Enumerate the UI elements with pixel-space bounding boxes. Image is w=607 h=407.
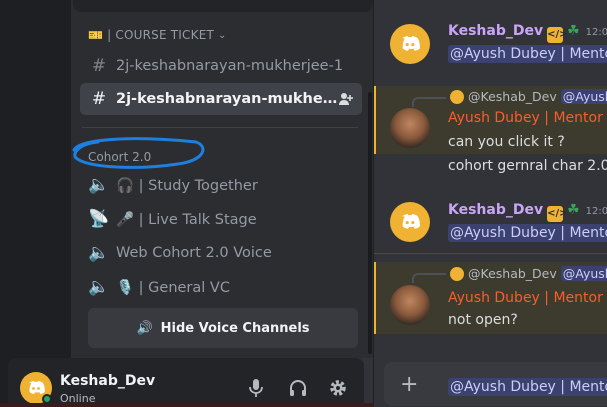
voice-channel-web-cohort[interactable]: 🔈 Web Cohort 2.0 Voice xyxy=(80,237,362,269)
channel-label: 2j-keshabnarayan-mukherjee-1 xyxy=(116,58,344,74)
message-text: not open? xyxy=(448,312,518,328)
server-rail xyxy=(0,0,72,407)
channel-item-active[interactable]: # 2j-keshabnarayan-mukherjee... xyxy=(80,83,362,115)
user-mention[interactable]: @Ayush Dubey | Mentor xyxy=(448,45,607,63)
add-attachment-icon[interactable]: + xyxy=(400,372,418,397)
ticket-icon: 🎫 xyxy=(88,28,104,42)
hide-voice-channels-label: Hide Voice Channels xyxy=(160,320,310,336)
author-name: Keshab_Dev xyxy=(448,202,544,218)
gear-icon[interactable] xyxy=(328,378,348,403)
discord-logo-icon xyxy=(402,36,420,51)
message-text: cohort gernral char 2.0 xyxy=(448,158,607,174)
reply-reference[interactable]: @Keshab_Dev @Ayush xyxy=(450,89,607,104)
user-panel: Keshab_Dev Online xyxy=(8,358,364,405)
message-author[interactable]: Keshab_Dev</>☘ 12:00 xyxy=(448,23,607,43)
speaker-icon: 🔊 xyxy=(136,320,153,336)
chat-area: Keshab_Dev</>☘12:00 @Ayush Dubey | Mento… xyxy=(374,0,607,407)
highlight-bar xyxy=(374,86,376,154)
composer-mention[interactable]: @Ayush Dubey | Mento xyxy=(448,378,607,396)
message-composer[interactable]: + @Ayush Dubey | Mento xyxy=(384,362,607,406)
reply-author: @Keshab_Dev xyxy=(468,266,557,281)
reply-mention: @Ayush xyxy=(560,266,607,281)
channel-label: 🎙️ | General VC xyxy=(116,279,230,296)
hashtag-icon: # xyxy=(91,89,107,109)
reply-reference[interactable]: @Keshab_Dev @Ayush xyxy=(450,266,607,281)
avatar[interactable] xyxy=(390,108,430,148)
reply-mention: @Ayush xyxy=(560,89,607,104)
author-name: Ayush Dubey | Mentor xyxy=(448,290,603,306)
username: Keshab_Dev xyxy=(60,373,156,389)
highlight-bar xyxy=(374,262,376,334)
voice-channel-live-talk-stage[interactable]: 📡 🎤 | Live Talk Stage xyxy=(80,203,362,235)
channel-label: 2j-keshabnarayan-mukherjee... xyxy=(116,91,340,107)
message-author[interactable]: Ayush Dubey | Mentor12 xyxy=(448,290,607,306)
add-member-icon[interactable] xyxy=(338,91,354,111)
chevron-down-icon: ⌄ xyxy=(218,29,227,41)
clover-badge-icon: ☘ xyxy=(567,23,580,39)
avatar[interactable] xyxy=(390,202,430,242)
author-name: Keshab_Dev xyxy=(448,23,544,39)
category-label: | COURSE TICKET xyxy=(107,28,215,42)
discord-logo-icon xyxy=(402,214,420,229)
user-mention[interactable]: @Ayush Dubey | Mentor xyxy=(448,224,607,242)
voice-channel-general-vc[interactable]: 🔈 🎙️ | General VC xyxy=(80,271,362,303)
code-badge-icon: </> xyxy=(547,206,568,222)
reply-avatar xyxy=(450,266,464,281)
timestamp: 12:00 xyxy=(585,27,607,38)
sidebar-scrollbar[interactable] xyxy=(368,92,372,354)
reply-connector xyxy=(412,97,446,107)
speaker-icon: 🔈 xyxy=(88,277,110,297)
message-text: can you click it ? xyxy=(448,134,565,150)
hide-voice-channels-button[interactable]: 🔊 Hide Voice Channels xyxy=(88,308,358,348)
avatar[interactable] xyxy=(390,24,430,64)
channel-item[interactable]: # 2j-keshabnarayan-mukherjee-1 xyxy=(80,50,362,82)
category-course-ticket[interactable]: 🎫 | COURSE TICKET ⌄ xyxy=(88,28,227,42)
new-messages-divider xyxy=(374,253,607,254)
reply-avatar xyxy=(450,89,464,104)
sidebar-divider xyxy=(82,127,358,128)
headphones-icon[interactable] xyxy=(288,378,308,403)
clover-badge-icon: ☘ xyxy=(567,202,580,218)
speaker-icon: 🔈 xyxy=(88,243,110,263)
stage-icon: 📡 xyxy=(88,209,110,229)
reply-connector xyxy=(412,273,446,283)
channel-label: 🎤 | Live Talk Stage xyxy=(116,211,257,228)
hashtag-icon: # xyxy=(91,56,107,76)
annotation-circle xyxy=(72,137,205,169)
reply-author: @Keshab_Dev xyxy=(468,89,557,104)
message-author[interactable]: Ayush Dubey | Mentor xyxy=(448,110,607,126)
discord-logo-icon xyxy=(29,381,45,394)
timestamp: 12:0 xyxy=(585,206,607,217)
message-author[interactable]: Keshab_Dev </>☘ 12:0 xyxy=(448,202,607,222)
avatar[interactable] xyxy=(390,285,430,325)
speaker-icon: 🔈 xyxy=(88,175,110,195)
author-name: Ayush Dubey | Mentor xyxy=(448,110,603,126)
code-badge-icon: </> xyxy=(547,27,568,43)
sidebar-header-edge xyxy=(73,0,373,12)
channel-label: Web Cohort 2.0 Voice xyxy=(116,245,272,261)
microphone-icon[interactable] xyxy=(248,378,264,403)
voice-channel-study-together[interactable]: 🔈 🎧 | Study Together xyxy=(80,169,362,201)
channel-label: 🎧 | Study Together xyxy=(116,177,258,194)
